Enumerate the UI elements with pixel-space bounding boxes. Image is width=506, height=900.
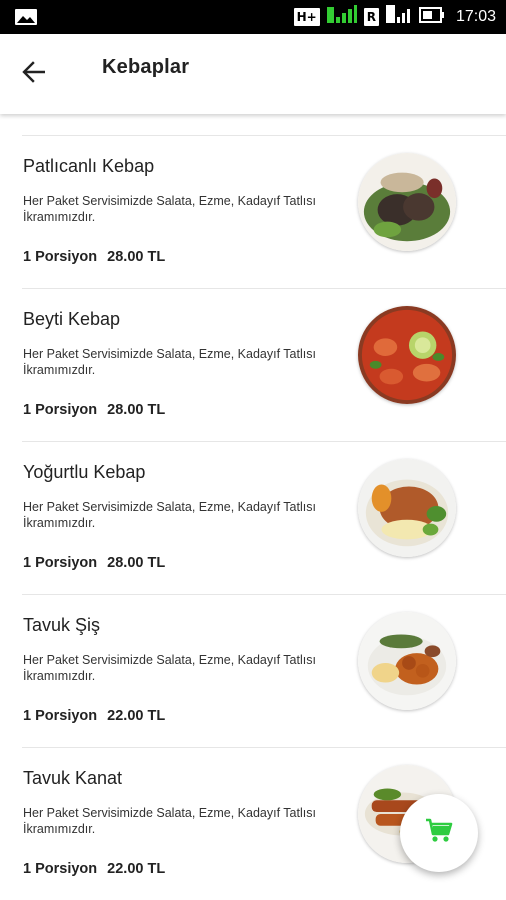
status-icons: H+ R 17:03 (293, 4, 496, 30)
item-photo[interactable] (358, 612, 456, 710)
item-price: 1 Porsiyon 28.00 TL (23, 555, 165, 571)
signal-strength-2-icon (385, 4, 412, 30)
item-description: Her Paket Servisimizde Salata, Ezme, Kad… (23, 653, 316, 683)
item-name: Tavuk Kanat (23, 768, 123, 788)
list-item[interactable]: Yoğurtlu Kebap Her Paket Servisimizde Sa… (22, 442, 506, 595)
item-photo[interactable] (358, 306, 456, 404)
battery-icon (418, 6, 445, 28)
item-price: 1 Porsiyon 28.00 TL (23, 249, 165, 265)
item-name: Patlıcanlı Kebap (23, 156, 155, 176)
signal-strength-icon (326, 4, 357, 30)
item-unit: 1 Porsiyon (23, 249, 98, 265)
item-photo[interactable] (358, 153, 456, 251)
item-name: Tavuk Şiş (23, 615, 101, 635)
item-photo[interactable] (358, 459, 456, 557)
cart-button[interactable] (400, 794, 478, 872)
item-description: Her Paket Servisimizde Salata, Ezme, Kad… (23, 500, 316, 530)
item-price: 1 Porsiyon 28.00 TL (23, 402, 165, 418)
page-title: Kebaplar (102, 56, 190, 78)
list-item[interactable]: Beyti Kebap Her Paket Servisimizde Salat… (22, 289, 506, 442)
item-price: 1 Porsiyon 22.00 TL (23, 861, 165, 877)
list-item-partial (22, 114, 506, 136)
network-type-badge: H+ (293, 8, 320, 26)
item-price: 1 Porsiyon 22.00 TL (23, 708, 165, 724)
item-name: Beyti Kebap (23, 309, 121, 329)
item-price-value: 28.00 TL (107, 402, 166, 418)
gallery-notification-icon (14, 8, 38, 26)
item-price-value: 22.00 TL (107, 861, 166, 877)
back-button[interactable] (10, 52, 58, 96)
clock: 17:03 (455, 8, 496, 25)
item-description: Her Paket Servisimizde Salata, Ezme, Kad… (23, 194, 316, 224)
list-item[interactable]: Tavuk Şiş Her Paket Servisimizde Salata,… (22, 595, 506, 748)
item-price-value: 28.00 TL (107, 555, 166, 571)
item-description: Her Paket Servisimizde Salata, Ezme, Kad… (23, 806, 316, 836)
item-description: Her Paket Servisimizde Salata, Ezme, Kad… (23, 347, 316, 377)
item-unit: 1 Porsiyon (23, 861, 98, 877)
item-unit: 1 Porsiyon (23, 555, 98, 571)
item-price-value: 28.00 TL (107, 249, 166, 265)
item-unit: 1 Porsiyon (23, 708, 98, 724)
arrow-back-icon (21, 60, 47, 89)
app-bar: Kebaplar (0, 34, 506, 114)
menu-list[interactable]: Patlıcanlı Kebap Her Paket Servisimizde … (0, 114, 506, 900)
roaming-badge: R (363, 8, 379, 26)
status-bar: H+ R 17:03 (0, 0, 506, 34)
cart-icon (425, 818, 453, 849)
item-price-value: 22.00 TL (107, 708, 166, 724)
item-name: Yoğurtlu Kebap (23, 462, 146, 482)
list-item[interactable]: Patlıcanlı Kebap Her Paket Servisimizde … (22, 136, 506, 289)
item-unit: 1 Porsiyon (23, 402, 98, 418)
